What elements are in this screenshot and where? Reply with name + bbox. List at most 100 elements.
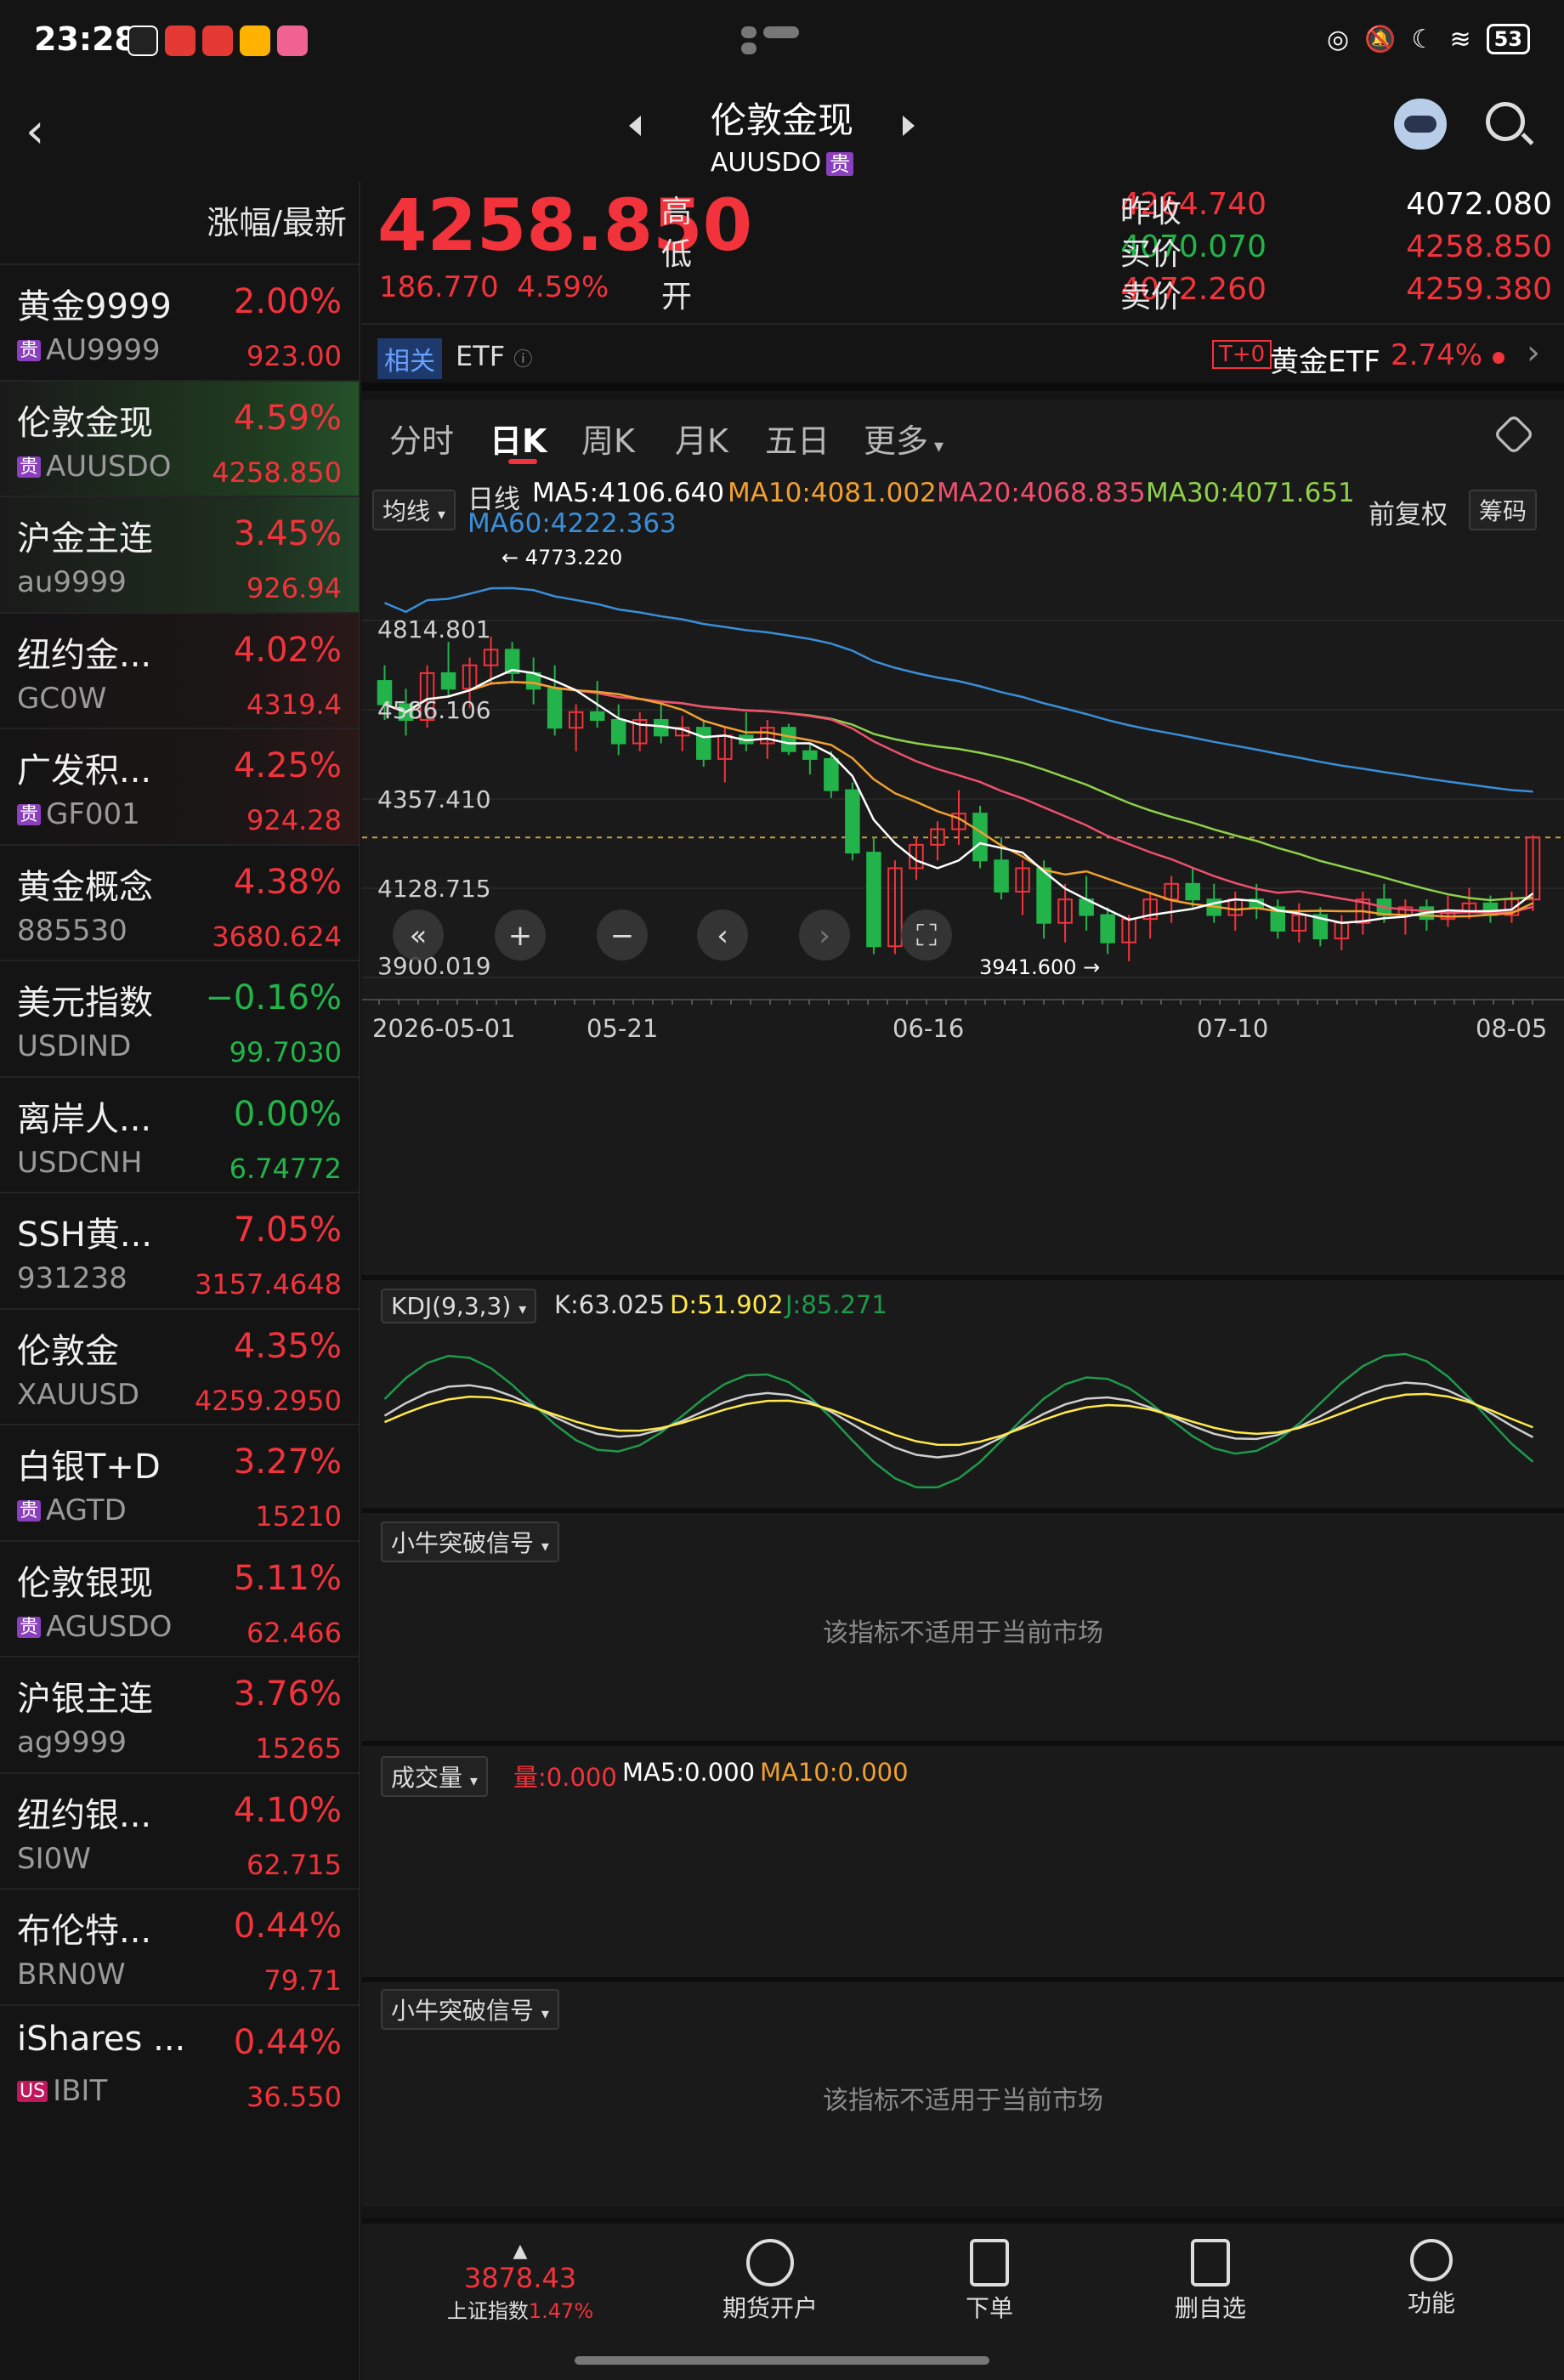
menu-icon xyxy=(1410,2239,1453,2281)
item-pct: 5.11% xyxy=(233,1558,342,1598)
item-name: 伦敦金现 xyxy=(17,403,153,443)
item-code: US IBIT xyxy=(17,2074,107,2108)
watchlist-item[interactable]: 离岸人... USDCNH 0.00% 6.74772 xyxy=(0,1075,359,1193)
item-price: 3157.4648 xyxy=(194,1268,342,1300)
t0-tag: T+0 xyxy=(1212,340,1272,369)
y-tick-label: 4357.410 xyxy=(377,785,491,813)
settings-hex-icon[interactable] xyxy=(1493,413,1535,456)
signal2-dropdown[interactable]: 小牛突破信号 ▾ xyxy=(381,1989,559,2030)
watchlist-item[interactable]: SSH黄... 931238 7.05% 3157.4648 xyxy=(0,1192,359,1308)
avg-line-dropdown[interactable]: 均线 ▾ xyxy=(372,490,456,530)
functions-label: 功能 xyxy=(1407,2289,1455,2317)
item-pct: 3.27% xyxy=(233,1442,342,1482)
item-price: 36.550 xyxy=(246,2080,342,2113)
ma20-value: MA20:4068.835 xyxy=(937,478,1146,508)
weibo-icon xyxy=(240,26,270,56)
item-name: 纽约银... xyxy=(17,1795,152,1835)
candle-body xyxy=(824,757,839,791)
nav-order[interactable]: 下单 xyxy=(904,2239,1074,2324)
ma30-value: MA30:4071.651 xyxy=(1146,478,1355,508)
item-price: 4319.4 xyxy=(246,688,342,721)
candle-body xyxy=(781,727,796,752)
item-code: 贵 AGTD xyxy=(17,1493,127,1527)
change-value: 186.770 xyxy=(379,270,499,304)
item-code: 贵 AUUSDO xyxy=(17,450,172,484)
next-instrument-icon[interactable] xyxy=(903,116,915,136)
candle-body xyxy=(1100,914,1115,944)
item-code-text: 885530 xyxy=(17,913,128,948)
watchlist-item[interactable]: iShares ... US IBIT 0.44% 36.550 xyxy=(0,2003,359,2121)
item-price: 15210 xyxy=(255,1500,342,1533)
chips-button[interactable]: 筹码 xyxy=(1469,490,1538,530)
watchlist-item[interactable]: 沪银主连 ag9999 3.76% 15265 xyxy=(0,1656,359,1772)
watchlist-item[interactable]: 沪金主连 au9999 3.45% 926.94 xyxy=(0,496,359,612)
market-tag: 贵 xyxy=(17,1500,42,1522)
back-icon[interactable]: ‹ xyxy=(26,104,44,159)
item-pct: 4.25% xyxy=(233,746,342,785)
item-price: 15265 xyxy=(255,1732,342,1765)
label-high: 高 xyxy=(661,195,693,230)
kdj-dropdown[interactable]: KDJ(9,3,3) ▾ xyxy=(381,1289,537,1323)
info-icon[interactable]: ⓘ xyxy=(513,349,532,371)
nav-functions[interactable]: 功能 xyxy=(1346,2239,1516,2319)
watchlist-item[interactable]: 广发积... 贵 GF001 4.25% 924.28 xyxy=(0,728,359,844)
ma10-value: MA10:4081.002 xyxy=(728,478,937,508)
watchlist-item[interactable]: 纽约银... SI0W 4.10% 62.715 xyxy=(0,1771,359,1889)
zoom-out-icon: − xyxy=(597,910,648,960)
adjust-button[interactable]: 前复权 xyxy=(1368,493,1448,531)
tab-intraday[interactable]: 分时 xyxy=(389,415,454,462)
kdj-label: KDJ(9,3,3) xyxy=(391,1292,512,1320)
item-pct: 3.76% xyxy=(233,1674,342,1714)
watchlist-sidebar: 涨幅/最新 黄金9999 贵 AU9999 2.00% 923.00 伦敦金现贵 AUUSD… xyxy=(0,182,360,2380)
watchlist-item[interactable]: 布伦特... BRN0W 0.44% 79.71 xyxy=(0,1888,359,2004)
candle-body xyxy=(1185,882,1200,901)
watchlist-item[interactable]: 伦敦金 XAUUSD 4.35% 4259.2950 xyxy=(0,1307,359,1425)
kdj-j: J:85.271 xyxy=(785,1290,887,1319)
ma5-value: MA5:4106.640 xyxy=(532,478,725,508)
signal1-dropdown[interactable]: 小牛突破信号 ▾ xyxy=(381,1522,559,1562)
home-indicator[interactable] xyxy=(575,2356,989,2365)
watchlist-item[interactable]: 黄金9999 贵 AU9999 2.00% 923.00 xyxy=(0,264,359,380)
tab-five-day[interactable]: 五日 xyxy=(765,415,830,462)
item-price: 62.466 xyxy=(246,1616,342,1649)
index-ticker[interactable]: ▲ 3878.43 上证指数1.47% xyxy=(435,2241,605,2324)
watchlist-item[interactable]: 黄金概念 885530 4.38% 3680.624 xyxy=(0,843,359,960)
volume-dropdown[interactable]: 成交量 ▾ xyxy=(381,1756,488,1797)
item-name: 黄金9999 xyxy=(17,287,172,326)
market-tag: 贵 xyxy=(17,456,42,478)
watchlist-sort-header[interactable]: 涨幅/最新 xyxy=(0,182,359,264)
notification-icons xyxy=(128,26,308,56)
max-annotation: ← 4773.220 xyxy=(502,546,622,570)
tab-more[interactable]: 更多 ▾ xyxy=(864,415,944,462)
nav-futures-account[interactable]: 期货开户 xyxy=(685,2239,855,2324)
item-name: 布伦特... xyxy=(17,1912,152,1951)
caret-down-icon: ▾ xyxy=(518,1300,527,1318)
tab-weekly[interactable]: 周K xyxy=(581,415,635,462)
futures-icon xyxy=(746,2239,794,2286)
watchlist-item[interactable]: 伦敦银现贵 AGUSDO 5.11% 62.466 xyxy=(0,1539,359,1657)
index-name: 上证指数 xyxy=(446,2299,529,2323)
item-name: 离岸人... xyxy=(17,1099,152,1139)
search-icon[interactable] xyxy=(1486,102,1525,141)
ma-legend: 均线 ▾ 日线 MA5:4106.640 MA10:4081.002 MA20:… xyxy=(362,478,1564,546)
watchlist-item[interactable]: 美元指数 USDIND −0.16% 99.7030 xyxy=(0,960,359,1076)
fullscreen-icon: ⛶ xyxy=(901,910,952,960)
etf-bar[interactable]: 相关 ETF ⓘ T+0 黄金ETF 2.74% › xyxy=(362,323,1564,391)
index-line: 上证指数1.47% xyxy=(435,2294,605,2324)
candlestick-chart[interactable]: 4814.801 4586.106 4357.410 4128.715 3900.019… xyxy=(362,544,1564,1250)
y-tick-label: 4128.715 xyxy=(377,875,491,903)
nav-remove-watchlist[interactable]: 删自选 xyxy=(1125,2239,1295,2324)
title-block: 伦敦金现 AUUSDO 贵 xyxy=(612,92,952,178)
x-tick-label: 08-05 xyxy=(1476,1014,1547,1043)
item-code-text: AGTD xyxy=(46,1493,127,1527)
change-pct: 4.59% xyxy=(517,270,609,304)
watchlist-item[interactable]: 白银T+D 贵 AGTD 3.27% 15210 xyxy=(0,1424,359,1540)
tab-monthly[interactable]: 月K xyxy=(675,415,728,462)
tab-daily[interactable]: 日K xyxy=(490,415,547,464)
item-price: 926.94 xyxy=(246,572,342,604)
chevron-right-icon[interactable]: › xyxy=(1527,333,1540,372)
watchlist-item[interactable]: 伦敦金现贵 AUUSDO 4.59% 4258.850 xyxy=(0,379,359,496)
watchlist-item[interactable]: 纽约金... GC0W 4.02% 4319.4 xyxy=(0,611,359,728)
assistant-robot-icon[interactable] xyxy=(1394,99,1447,150)
candle-body xyxy=(802,750,818,760)
